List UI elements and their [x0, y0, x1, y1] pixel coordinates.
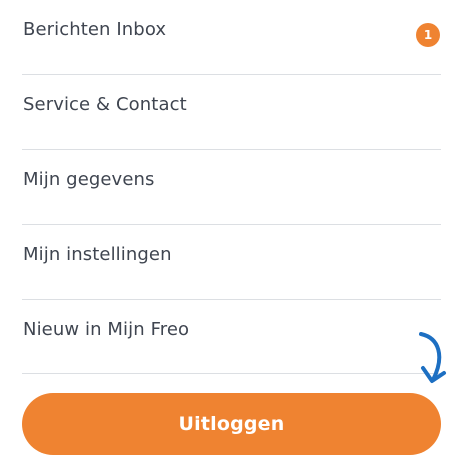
menu-item-mijn-instellingen[interactable]: Mijn instellingen: [22, 225, 441, 300]
account-menu: Berichten Inbox 1 Service & Contact Mijn…: [22, 0, 441, 374]
menu-item-nieuw-in-mijn-freo[interactable]: Nieuw in Mijn Freo: [22, 300, 441, 374]
menu-item-mijn-gegevens[interactable]: Mijn gegevens: [22, 150, 441, 225]
menu-item-label: Mijn instellingen: [23, 244, 172, 265]
menu-item-label: Mijn gegevens: [23, 169, 155, 190]
menu-item-service-contact[interactable]: Service & Contact: [22, 75, 441, 150]
unread-count-badge: 1: [416, 23, 440, 47]
logout-button[interactable]: Uitloggen: [22, 393, 441, 455]
menu-item-label: Service & Contact: [23, 94, 187, 115]
menu-item-label: Nieuw in Mijn Freo: [23, 319, 190, 340]
menu-item-label: Berichten Inbox: [23, 19, 167, 40]
curved-arrow-down-icon: [419, 332, 446, 383]
menu-item-berichten-inbox[interactable]: Berichten Inbox 1: [22, 0, 441, 75]
